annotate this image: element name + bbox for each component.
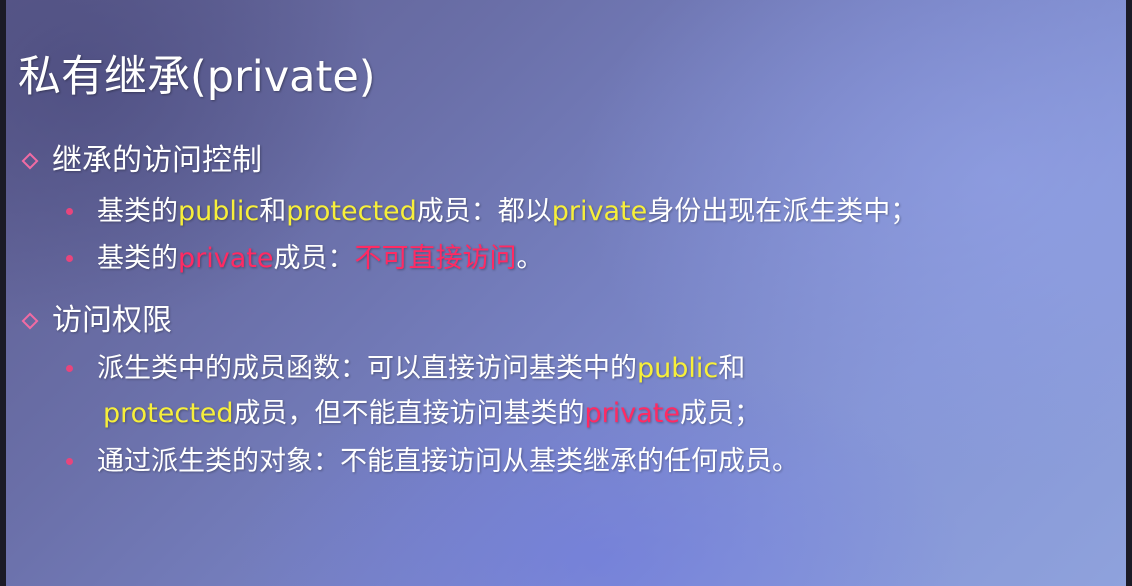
bullet-dot-icon xyxy=(66,208,73,215)
bullet-text: 。 xyxy=(516,243,544,274)
diamond-bullet-icon xyxy=(21,312,39,330)
bullet-text: 派生类中的成员函数：可以直接访问基类中的 xyxy=(97,353,637,384)
keyword-public: public xyxy=(178,196,260,227)
bullet-continuation: protected成员，但不能直接访问基类的private成员； xyxy=(103,400,761,427)
diamond-bullet-icon xyxy=(21,152,39,170)
left-frame-border xyxy=(0,0,6,586)
keyword-private: private xyxy=(584,398,681,429)
keyword-protected: protected xyxy=(286,196,417,227)
section-heading: 访问权限 xyxy=(52,303,172,338)
bullet-dot-icon xyxy=(66,458,73,465)
right-frame-border xyxy=(1126,0,1132,586)
keyword-private: private xyxy=(178,243,274,274)
bullet-item: 通过派生类的对象：不能直接访问从基类继承的任何成员。 xyxy=(66,448,799,475)
section-access-rights: 访问权限 xyxy=(18,306,172,336)
bullet-text: 成员：都以 xyxy=(416,196,552,227)
bullet-text: 成员，但不能直接访问基类的 xyxy=(233,398,585,429)
bullet-item: 派生类中的成员函数：可以直接访问基类中的 public 和 xyxy=(66,355,745,382)
bullet-text: 成员： xyxy=(273,243,355,274)
keyword-protected: protected xyxy=(103,398,234,429)
bullet-text: 基类的 xyxy=(97,196,178,227)
section-heading: 继承的访问控制 xyxy=(52,143,262,178)
bullet-text: 身份出现在派生类中； xyxy=(647,196,918,227)
section-access-control: 继承的访问控制 xyxy=(18,146,262,176)
keyword-public: public xyxy=(637,353,719,384)
bullet-item: 基类的 private 成员： 不可直接访问。 xyxy=(66,245,543,272)
bullet-text: 和 xyxy=(718,353,746,384)
bullet-item: 基类的 public 和 protected 成员：都以 private 身份出现在派生类中… xyxy=(66,198,917,225)
bullet-text: 基类的 xyxy=(97,243,178,274)
bullet-text: 和 xyxy=(259,196,287,227)
slide-title: 私有继承(private) xyxy=(18,52,376,102)
emphasis-text: 不可直接访问 xyxy=(354,243,517,274)
bullet-dot-icon xyxy=(66,365,73,372)
bullet-dot-icon xyxy=(66,255,73,262)
bullet-text: 成员； xyxy=(680,398,762,429)
keyword-private: private xyxy=(551,196,648,227)
bullet-text: 通过派生类的对象：不能直接访问从基类继承的任何成员。 xyxy=(97,446,799,477)
